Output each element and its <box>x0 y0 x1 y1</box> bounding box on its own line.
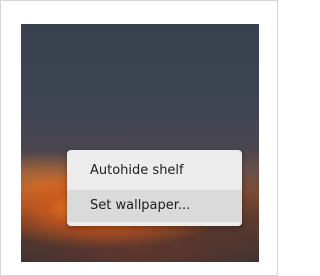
desktop-wallpaper[interactable] <box>21 24 259 262</box>
context-menu: Autohide shelf Set wallpaper... <box>67 150 242 226</box>
menu-item-autohide-shelf[interactable]: Autohide shelf <box>67 155 242 187</box>
menu-item-set-wallpaper[interactable]: Set wallpaper... <box>67 190 242 222</box>
